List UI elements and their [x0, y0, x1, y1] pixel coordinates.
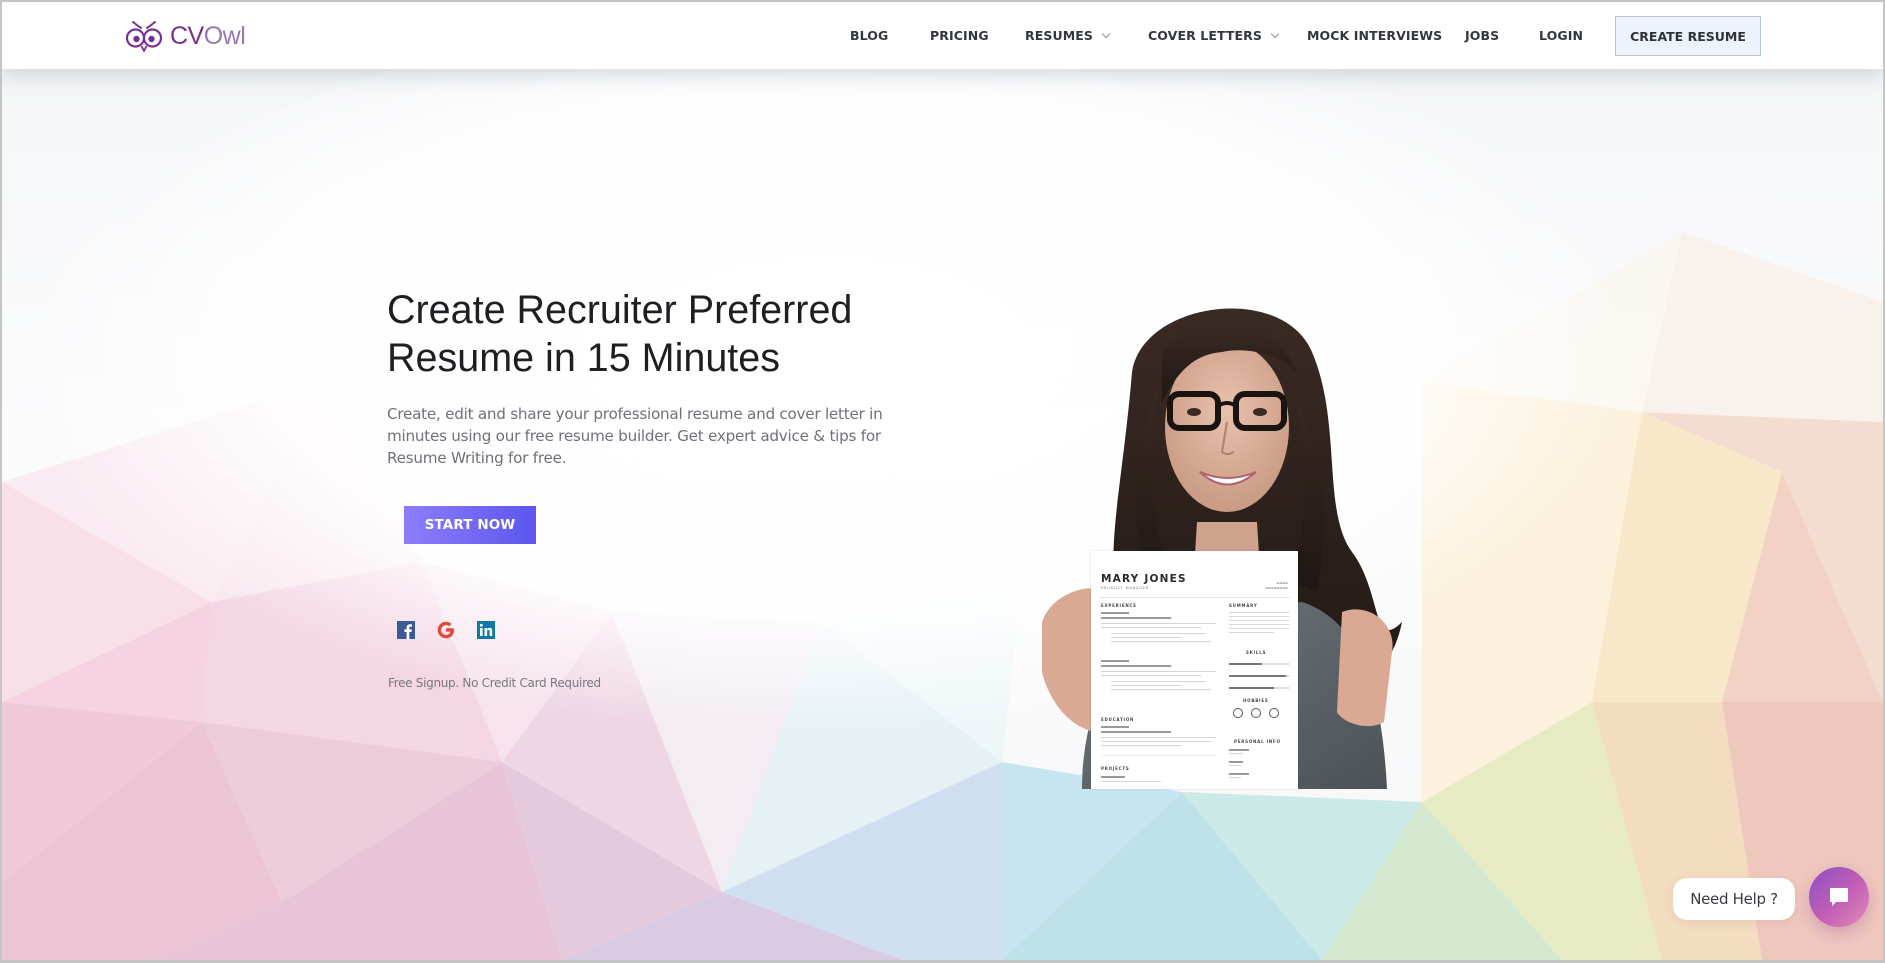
nav-blog-label: BLOG	[850, 28, 889, 43]
chevron-down-icon	[1270, 29, 1280, 38]
resume-text-line	[1101, 617, 1171, 619]
hobby-icon	[1251, 708, 1261, 718]
resume-text-line	[1101, 627, 1201, 629]
nav-resumes-label: RESUMES	[1025, 28, 1093, 43]
chat-button[interactable]	[1809, 867, 1869, 927]
start-now-button[interactable]: START NOW	[404, 506, 536, 544]
logo-wordmark: CVOwl	[170, 21, 246, 50]
facebook-icon[interactable]	[396, 620, 416, 640]
chevron-down-icon	[1101, 29, 1111, 38]
need-help-bubble[interactable]: Need Help ?	[1673, 878, 1795, 920]
resume-text-line	[1111, 637, 1181, 639]
nav-resumes[interactable]: RESUMES	[1025, 28, 1111, 43]
resume-text-line	[1101, 660, 1129, 662]
nav-pricing-label: PRICING	[930, 28, 989, 43]
resume-section-title: EDUCATION	[1101, 717, 1135, 722]
resume-text-line	[1229, 616, 1289, 618]
resume-text-line	[1111, 681, 1206, 683]
resume-preview: MARY JONES PRODUCT MANAGER ▬▬▬▬ ▬▬▬▬▬▬▬▬ …	[1091, 551, 1298, 789]
hero-title-line: Create Recruiter Preferred	[387, 288, 853, 332]
resume-text-line	[1229, 777, 1241, 779]
resume-text-line	[1101, 612, 1129, 614]
resume-section-title: HOBBIES	[1243, 698, 1269, 703]
resume-text-line	[1229, 749, 1249, 751]
owl-face-icon	[125, 21, 163, 52]
resume-text-line	[1229, 765, 1241, 767]
resume-text-line	[1229, 753, 1243, 755]
resume-divider	[1101, 755, 1216, 757]
resume-text-line	[1101, 623, 1216, 625]
chat-bubble-icon	[1830, 888, 1848, 906]
top-navbar: CVOwl BLOG PRICING RESUMES COVER LETTERS…	[2, 2, 1883, 69]
create-resume-button[interactable]: CREATE RESUME	[1615, 16, 1761, 56]
nav-cover-letters-label: COVER LETTERS	[1148, 28, 1262, 43]
resume-role: PRODUCT MANAGER	[1101, 586, 1149, 590]
nav-mock-interviews-label: MOCK INTERVIEWS	[1307, 28, 1443, 43]
nav-mock-interviews[interactable]: MOCK INTERVIEWS	[1307, 28, 1442, 43]
nav-cover-letters[interactable]: COVER LETTERS	[1148, 28, 1280, 43]
resume-skill-bar	[1229, 663, 1289, 665]
resume-section-title: PERSONAL INFO	[1234, 739, 1281, 744]
resume-text-line	[1229, 761, 1243, 763]
resume-text-line	[1101, 745, 1181, 747]
resume-section-title: SUMMARY	[1229, 603, 1258, 608]
nav-login-label: LOGIN	[1539, 28, 1584, 43]
resume-text-line	[1101, 665, 1171, 667]
resume-text-line	[1101, 737, 1216, 739]
resume-text-line	[1101, 731, 1171, 733]
resume-text-line	[1111, 641, 1211, 643]
resume-text-line	[1111, 685, 1181, 687]
resume-name: MARY JONES	[1101, 573, 1187, 585]
logo[interactable]: CVOwl	[124, 19, 246, 53]
free-signup-note: Free Signup. No Credit Card Required	[388, 676, 601, 690]
hero-title: Create Recruiter Preferred Resume in 15 …	[387, 286, 907, 382]
resume-text-line	[1101, 726, 1129, 728]
resume-divider	[1099, 597, 1290, 598]
resume-text-line	[1229, 612, 1289, 614]
low-poly-background	[2, 2, 1883, 960]
social-signup	[396, 620, 516, 640]
resume-text-line	[1229, 624, 1289, 626]
resume-text-line	[1101, 671, 1216, 673]
logo-wordmark-owl: Owl	[203, 21, 246, 50]
resume-text-line	[1101, 675, 1201, 677]
resume-section-title: SKILLS	[1246, 650, 1267, 655]
nav-jobs-label: JOBS	[1465, 28, 1500, 43]
google-icon[interactable]	[436, 620, 456, 640]
resume-section-title: EXPERIENCE	[1101, 603, 1137, 608]
resume-text-line	[1229, 628, 1289, 630]
resume-section-title: PROJECTS	[1101, 766, 1130, 771]
resume-text-line	[1101, 781, 1161, 783]
hobby-icon	[1233, 708, 1243, 718]
hero-subtitle-line: minutes using our free resume builder. G…	[387, 427, 881, 445]
resume-text-line	[1101, 741, 1211, 743]
resume-skill-bar	[1229, 675, 1289, 677]
nav-blog[interactable]: BLOG	[850, 28, 888, 43]
hero-subtitle: Create, edit and share your professional…	[387, 403, 907, 469]
resume-contact: ▬▬▬▬ ▬▬▬▬▬▬▬▬	[1265, 581, 1288, 590]
resume-text-line	[1111, 689, 1211, 691]
hero-subtitle-line: Resume Writing for free.	[387, 449, 567, 467]
hero-subtitle-line: Create, edit and share your professional…	[387, 405, 883, 423]
nav-pricing[interactable]: PRICING	[930, 28, 989, 43]
browser-viewport: CVOwl BLOG PRICING RESUMES COVER LETTERS…	[2, 2, 1883, 960]
resume-text-line	[1101, 776, 1125, 778]
resume-text-line	[1229, 632, 1274, 634]
logo-wordmark-cv: CV	[170, 21, 204, 50]
resume-skill-bar	[1229, 687, 1289, 689]
hobby-icon	[1269, 708, 1279, 718]
nav-login[interactable]: LOGIN	[1539, 28, 1583, 43]
hero-title-line: Resume in 15 Minutes	[387, 336, 780, 380]
nav-jobs[interactable]: JOBS	[1465, 28, 1499, 43]
linkedin-icon[interactable]	[476, 620, 496, 640]
resume-text-line	[1229, 773, 1249, 775]
resume-text-line	[1111, 633, 1206, 635]
resume-text-line	[1229, 620, 1289, 622]
